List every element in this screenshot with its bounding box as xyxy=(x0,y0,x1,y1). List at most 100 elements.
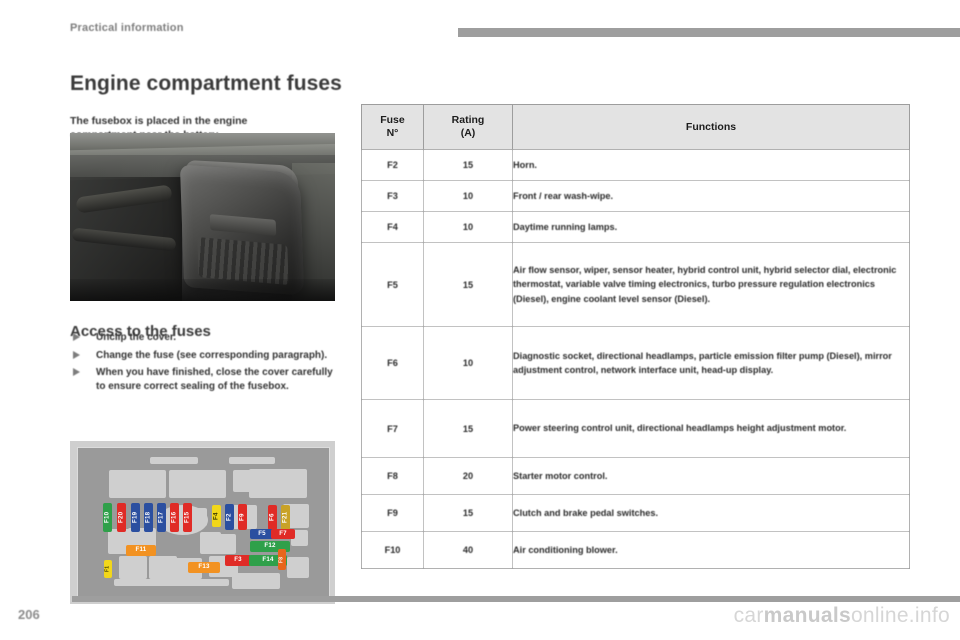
fuse-f20[interactable]: F20 xyxy=(117,503,126,532)
fuse-f13[interactable]: F13 xyxy=(188,562,220,573)
cell-functions: Starter motor control. xyxy=(512,457,910,495)
running-head: Practical information xyxy=(70,22,184,34)
footer-accent-bar xyxy=(72,596,960,602)
step-text: Change the fuse (see corresponding parag… xyxy=(96,349,328,361)
table-row: F5 15 Air flow sensor, wiper, sensor hea… xyxy=(361,242,910,327)
fuse-f11[interactable]: F11 xyxy=(126,545,156,556)
relay-block xyxy=(214,534,236,554)
cell-functions: Clutch and brake pedal switches. xyxy=(512,494,910,532)
table-row: F10 40 Air conditioning blower. xyxy=(361,531,910,569)
watermark-bold: manuals xyxy=(763,604,851,627)
list-item: Change the fuse (see corresponding parag… xyxy=(70,349,338,363)
column-header-fuse-line1: Fuse xyxy=(380,114,405,126)
cell-rating: 15 xyxy=(423,242,513,327)
cell-functions: Daytime running lamps. xyxy=(512,211,910,243)
fuse-f21[interactable]: F21 xyxy=(281,505,290,530)
fusebox-diagram: F10 F20 F19 F18 F17 F16 F15 F4 F2 F9 F6 … xyxy=(70,441,335,604)
column-header-rating-line2: (A) xyxy=(460,127,476,139)
cell-rating: 15 xyxy=(423,399,513,458)
fuse-table: Fuse N° Rating (A) Functions F2 15 Horn.… xyxy=(361,104,910,569)
access-steps-list: Unclip the cover. Change the fuse (see c… xyxy=(70,331,338,397)
arrow-bullet-icon xyxy=(73,368,80,376)
top-rule xyxy=(0,0,960,4)
engine-compartment-photo xyxy=(70,133,335,301)
cell-fuse-number: F7 xyxy=(361,399,424,458)
table-row: F3 10 Front / rear wash-wipe. xyxy=(361,180,910,212)
watermark: carmanualsonline.info xyxy=(734,604,950,628)
relay-block xyxy=(287,557,309,578)
fuse-f7[interactable]: F7 xyxy=(271,529,295,539)
fuse-f10[interactable]: F10 xyxy=(103,503,112,532)
fuse-f8[interactable]: F8 xyxy=(278,549,286,570)
cell-fuse-number: F6 xyxy=(361,326,424,400)
table-body: F2 15 Horn. F3 10 Front / rear wash-wipe… xyxy=(361,149,910,569)
watermark-suffix: online.info xyxy=(850,604,950,627)
fuse-f18[interactable]: F18 xyxy=(144,503,153,532)
relay-block xyxy=(232,573,280,589)
fuse-f9[interactable]: F9 xyxy=(238,504,247,530)
fuse-f15[interactable]: F15 xyxy=(183,503,192,532)
photo-cover-ribs xyxy=(197,236,289,286)
cell-fuse-number: F8 xyxy=(361,457,424,495)
fuse-f4[interactable]: F4 xyxy=(212,505,221,527)
arrow-bullet-icon xyxy=(73,350,80,359)
cell-functions: Diagnostic socket, directional headlamps… xyxy=(512,326,910,400)
cell-functions: Air conditioning blower. xyxy=(512,531,910,569)
arrow-bullet-icon xyxy=(73,333,80,341)
photo-bottom-shadow xyxy=(70,279,335,301)
watermark-prefix: car xyxy=(733,604,764,627)
cell-fuse-number: F5 xyxy=(361,242,424,327)
page-title: Engine compartment fuses xyxy=(70,72,342,96)
cell-rating: 10 xyxy=(423,180,513,212)
cell-fuse-number: F2 xyxy=(361,149,424,181)
fuse-f17[interactable]: F17 xyxy=(157,503,166,532)
fuse-f16[interactable]: F16 xyxy=(170,503,179,532)
list-item: Unclip the cover. xyxy=(70,331,338,345)
table-row: F4 10 Daytime running lamps. xyxy=(361,211,910,243)
column-header-rating: Rating (A) xyxy=(423,104,513,150)
cell-functions: Air flow sensor, wiper, sensor heater, h… xyxy=(512,242,910,327)
cell-rating: 10 xyxy=(423,326,513,400)
relay-block xyxy=(249,469,307,498)
cell-rating: 40 xyxy=(423,531,513,569)
fuse-f2[interactable]: F2 xyxy=(225,504,234,530)
cell-functions: Power steering control unit, directional… xyxy=(512,399,910,458)
column-header-fuse-line2: N° xyxy=(386,127,399,139)
cell-fuse-number: F3 xyxy=(361,180,424,212)
cell-rating: 15 xyxy=(423,494,513,532)
relay-block xyxy=(114,579,229,586)
column-header-fuse: Fuse N° xyxy=(361,104,424,150)
cell-rating: 20 xyxy=(423,457,513,495)
relay-block xyxy=(119,556,147,579)
table-row: F7 15 Power steering control unit, direc… xyxy=(361,399,910,458)
step-text: Unclip the cover. xyxy=(96,332,177,343)
cell-rating: 15 xyxy=(423,149,513,181)
cell-fuse-number: F9 xyxy=(361,494,424,532)
page-number: 206 xyxy=(18,607,40,622)
table-header-row: Fuse N° Rating (A) Functions xyxy=(361,104,910,150)
cell-functions: Horn. xyxy=(512,149,910,181)
table-row: F6 10 Diagnostic socket, directional hea… xyxy=(361,326,910,400)
column-header-rating-line1: Rating xyxy=(451,114,485,126)
table-header: Fuse N° Rating (A) Functions xyxy=(361,104,910,150)
relay-block xyxy=(169,470,226,498)
cell-functions: Front / rear wash-wipe. xyxy=(512,180,910,212)
relay-block xyxy=(229,457,275,464)
step-text: When you have finished, close the cover … xyxy=(96,367,333,392)
column-header-functions: Functions xyxy=(512,104,910,150)
fusebox-tray: F10 F20 F19 F18 F17 F16 F15 F4 F2 F9 F6 … xyxy=(77,447,330,600)
cell-fuse-number: F10 xyxy=(361,531,424,569)
table-row: F9 15 Clutch and brake pedal switches. xyxy=(361,494,910,532)
fuse-f6[interactable]: F6 xyxy=(268,505,277,530)
fuse-f19[interactable]: F19 xyxy=(131,503,140,532)
table-row: F8 20 Starter motor control. xyxy=(361,457,910,495)
list-item: When you have finished, close the cover … xyxy=(70,366,338,393)
header-accent-bar xyxy=(458,28,960,37)
cell-rating: 10 xyxy=(423,211,513,243)
fuse-f1[interactable]: F1 xyxy=(104,560,112,578)
fuse-f3[interactable]: F3 xyxy=(225,555,251,566)
relay-block xyxy=(150,457,198,464)
table-row: F2 15 Horn. xyxy=(361,149,910,181)
relay-block xyxy=(109,470,166,498)
cell-fuse-number: F4 xyxy=(361,211,424,243)
